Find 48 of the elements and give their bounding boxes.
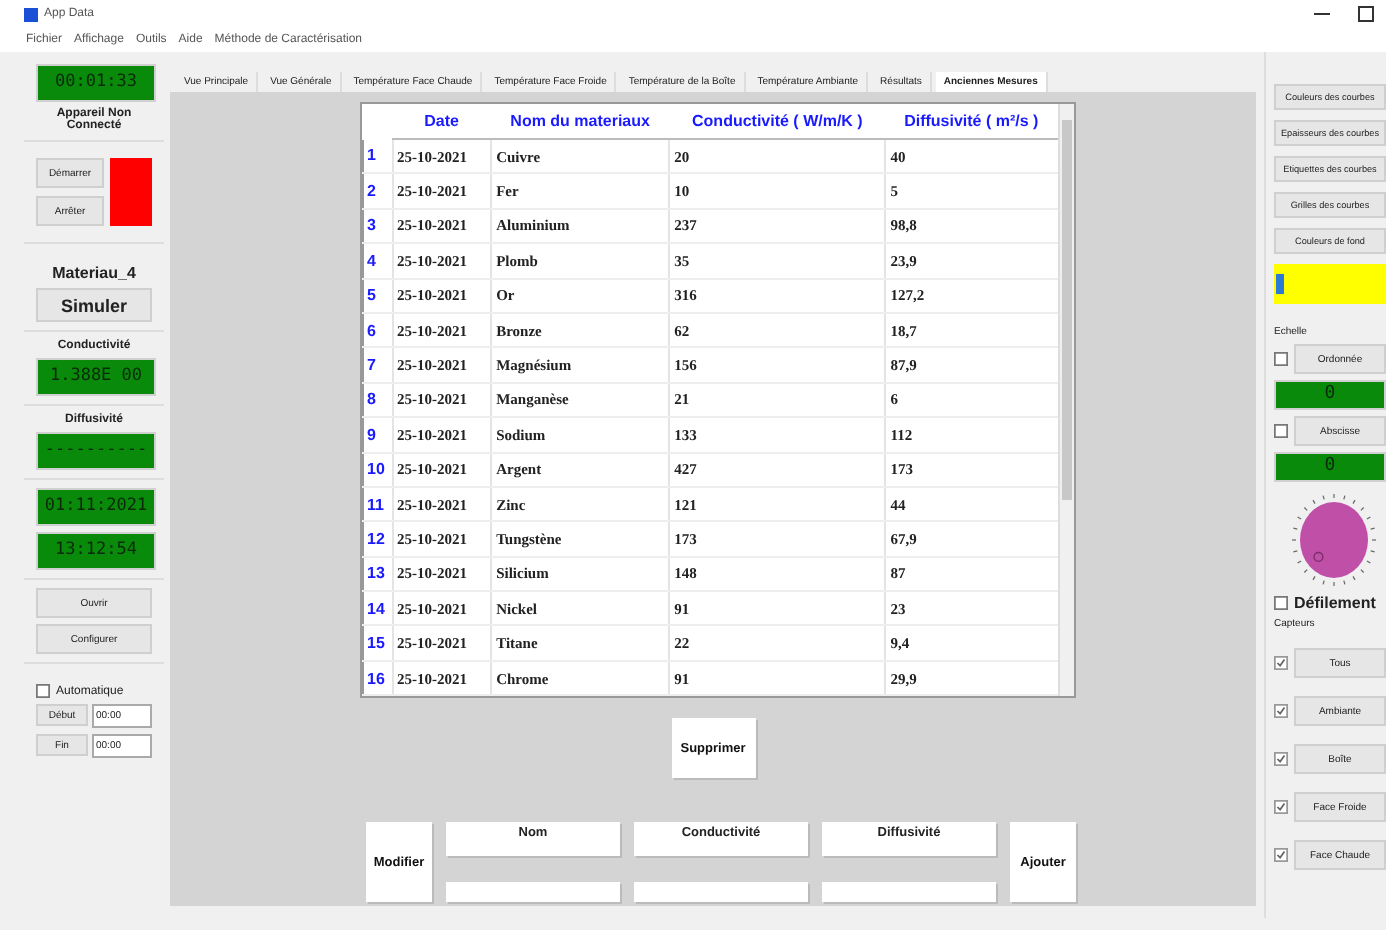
sensor-checkbox[interactable] <box>1274 848 1288 862</box>
row-number: 14 <box>362 591 392 626</box>
scrollbar[interactable] <box>1057 104 1073 697</box>
row-number: 1 <box>362 139 392 174</box>
sensor-checkbox[interactable] <box>1274 704 1288 718</box>
input-field[interactable] <box>446 882 620 902</box>
scroll-label: Défilement <box>1294 594 1376 612</box>
axis-checkbox[interactable] <box>1274 424 1288 438</box>
app-icon <box>24 7 38 21</box>
time-display: 13:12:54 <box>36 532 156 570</box>
sensor-checkbox[interactable] <box>1274 752 1288 766</box>
timer-display: 00:01:33 <box>36 64 156 102</box>
scroll-checkbox[interactable] <box>1274 596 1288 610</box>
row-number: 5 <box>362 278 392 313</box>
slider[interactable] <box>1274 264 1386 304</box>
axis-checkbox[interactable] <box>1274 352 1288 366</box>
row-number: 16 <box>362 660 392 696</box>
row-number: 12 <box>362 521 392 557</box>
axis-display: 0 <box>1274 380 1386 410</box>
input-field[interactable] <box>634 882 808 902</box>
sensor-checkbox[interactable] <box>1274 800 1288 814</box>
maximize-icon[interactable] <box>1358 6 1374 22</box>
row-number: 3 <box>362 208 392 244</box>
date-display: 01:11:2021 <box>36 488 156 526</box>
column-header[interactable]: Conductivité ( W/m/K ) <box>669 104 886 139</box>
row-number: 8 <box>362 382 392 418</box>
column-header[interactable]: Diffusivité ( m²/s ) <box>885 104 1057 139</box>
automatic-checkbox[interactable] <box>36 684 50 698</box>
row-number: 2 <box>362 173 392 209</box>
material-name: Materiau_4 <box>50 264 138 282</box>
row-number: 9 <box>362 417 392 453</box>
row-number: 4 <box>362 243 392 279</box>
input-field[interactable] <box>822 882 996 902</box>
row-number: 10 <box>362 452 392 487</box>
row-number: 13 <box>362 556 392 592</box>
row-number: 6 <box>362 312 392 348</box>
simulate-button[interactable]: Simuler <box>36 288 152 322</box>
row-number: 7 <box>362 347 392 383</box>
diffusivity-display: ---------- <box>36 432 156 470</box>
slider-thumb[interactable] <box>1276 274 1285 294</box>
column-header[interactable]: Nom du materiaux <box>491 104 670 139</box>
row-number: 11 <box>362 486 392 522</box>
sensor-checkbox[interactable] <box>1274 656 1288 670</box>
conductivity-display: 1.388E 00 <box>36 358 156 396</box>
row-number: 15 <box>362 625 392 661</box>
column-header[interactable]: Date <box>392 104 492 139</box>
knob-dial[interactable] <box>1290 492 1378 588</box>
axis-display: 0 <box>1274 452 1386 482</box>
